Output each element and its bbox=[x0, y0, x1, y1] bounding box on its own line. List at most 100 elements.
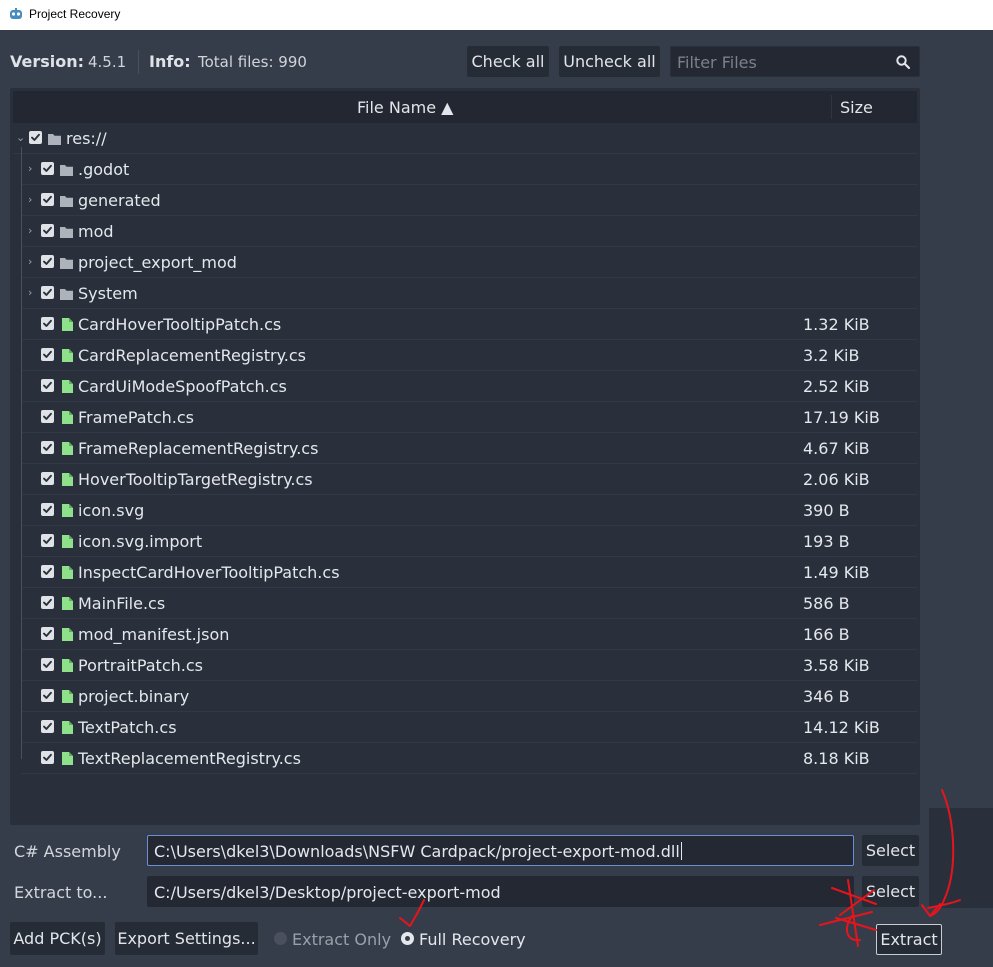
row-checkbox[interactable] bbox=[41, 224, 54, 237]
file-row[interactable]: icon.svg 390 B bbox=[13, 495, 917, 526]
row-name: mod_manifest.json bbox=[78, 625, 230, 644]
extract-only-radio[interactable] bbox=[274, 932, 287, 945]
file-row[interactable]: project.binary 346 B bbox=[13, 681, 917, 712]
full-recovery-radio[interactable] bbox=[401, 932, 414, 945]
row-size: 17.19 KiB bbox=[803, 408, 880, 427]
row-size: 4.67 KiB bbox=[803, 439, 870, 458]
chevron-right-icon[interactable]: › bbox=[28, 194, 38, 206]
file-icon bbox=[61, 658, 76, 672]
file-icon bbox=[61, 503, 76, 517]
row-checkbox[interactable] bbox=[41, 317, 54, 330]
row-size: 2.06 KiB bbox=[803, 470, 870, 489]
assembly-path-field[interactable]: C:\Users\dkel3\Downloads\NSFW Cardpack/p… bbox=[147, 835, 854, 866]
chevron-right-icon[interactable]: › bbox=[28, 225, 38, 237]
file-row[interactable]: mod_manifest.json 166 B bbox=[13, 619, 917, 650]
file-row[interactable]: FramePatch.cs 17.19 KiB bbox=[13, 402, 917, 433]
folder-icon bbox=[59, 193, 74, 207]
add-pck-button[interactable]: Add PCK(s) bbox=[10, 922, 105, 955]
filter-files-input[interactable]: Filter Files bbox=[670, 46, 920, 77]
file-row[interactable]: CardHoverTooltipPatch.cs 1.32 KiB bbox=[13, 309, 917, 340]
search-icon[interactable] bbox=[895, 54, 911, 70]
uncheck-all-button[interactable]: Uncheck all bbox=[559, 46, 660, 77]
row-checkbox[interactable] bbox=[29, 131, 42, 144]
file-row[interactable]: TextReplacementRegistry.cs 8.18 KiB bbox=[13, 743, 917, 774]
file-icon bbox=[61, 379, 76, 393]
file-icon bbox=[61, 410, 76, 424]
folder-row[interactable]: › System bbox=[13, 278, 917, 309]
file-row[interactable]: MainFile.cs 586 B bbox=[13, 588, 917, 619]
file-icon bbox=[61, 565, 76, 579]
row-name: project_export_mod bbox=[78, 253, 237, 272]
row-name: PortraitPatch.cs bbox=[78, 656, 203, 675]
file-row[interactable]: FrameReplacementRegistry.cs 4.67 KiB bbox=[13, 433, 917, 464]
extract-only-label[interactable]: Extract Only bbox=[292, 930, 391, 949]
row-name: res:// bbox=[66, 129, 107, 148]
file-row[interactable]: PortraitPatch.cs 3.58 KiB bbox=[13, 650, 917, 681]
row-size: 3.2 KiB bbox=[803, 346, 860, 365]
file-icon bbox=[61, 534, 76, 548]
chevron-right-icon[interactable]: › bbox=[28, 256, 38, 268]
row-checkbox[interactable] bbox=[41, 441, 54, 454]
row-checkbox[interactable] bbox=[41, 596, 54, 609]
row-name: FramePatch.cs bbox=[78, 408, 195, 427]
extract-button[interactable]: Extract bbox=[876, 924, 942, 955]
file-icon bbox=[61, 689, 76, 703]
godot-icon bbox=[10, 8, 22, 19]
tree-rows: ⌄ res:// › .godot › generated › mod › project_exp… bbox=[13, 123, 917, 823]
column-size[interactable]: Size bbox=[840, 98, 873, 117]
file-row[interactable]: HoverTooltipTargetRegistry.cs 2.06 KiB bbox=[13, 464, 917, 495]
row-checkbox[interactable] bbox=[41, 503, 54, 516]
row-checkbox[interactable] bbox=[41, 658, 54, 671]
root-row[interactable]: ⌄ res:// bbox=[13, 123, 917, 154]
column-file-name[interactable]: File Name ▲ bbox=[357, 98, 453, 117]
row-checkbox[interactable] bbox=[41, 410, 54, 423]
divider bbox=[138, 50, 139, 74]
window-title: Project Recovery bbox=[29, 7, 121, 21]
row-checkbox[interactable] bbox=[41, 348, 54, 361]
filter-placeholder: Filter Files bbox=[677, 53, 757, 72]
file-row[interactable]: icon.svg.import 193 B bbox=[13, 526, 917, 557]
row-checkbox[interactable] bbox=[41, 565, 54, 578]
row-checkbox[interactable] bbox=[41, 627, 54, 640]
folder-row[interactable]: › .godot bbox=[13, 154, 917, 185]
tree-header: File Name ▲ Size bbox=[13, 91, 917, 123]
file-row[interactable]: InspectCardHoverTooltipPatch.cs 1.49 KiB bbox=[13, 557, 917, 588]
chevron-down-icon[interactable]: ⌄ bbox=[16, 132, 26, 144]
folder-row[interactable]: › project_export_mod bbox=[13, 247, 917, 278]
extract-path-field[interactable]: C:/Users/dkel3/Desktop/project-export-mo… bbox=[147, 876, 854, 907]
folder-row[interactable]: › mod bbox=[13, 216, 917, 247]
row-name: CardReplacementRegistry.cs bbox=[78, 346, 306, 365]
side-panel bbox=[929, 808, 993, 908]
select-extract-button[interactable]: Select bbox=[862, 876, 919, 907]
folder-row[interactable]: › generated bbox=[13, 185, 917, 216]
row-checkbox[interactable] bbox=[41, 379, 54, 392]
file-icon bbox=[61, 441, 76, 455]
row-checkbox[interactable] bbox=[41, 472, 54, 485]
chevron-right-icon[interactable]: › bbox=[28, 287, 38, 299]
info-label: Info: bbox=[149, 52, 191, 71]
row-checkbox[interactable] bbox=[41, 751, 54, 764]
row-name: icon.svg bbox=[78, 501, 145, 520]
file-row[interactable]: TextPatch.cs 14.12 KiB bbox=[13, 712, 917, 743]
row-checkbox[interactable] bbox=[41, 193, 54, 206]
row-checkbox[interactable] bbox=[41, 534, 54, 547]
file-icon bbox=[61, 348, 76, 362]
folder-icon bbox=[59, 255, 74, 269]
file-tree[interactable]: File Name ▲ Size ⌄ res:// › .godot › generate… bbox=[10, 88, 920, 825]
file-row[interactable]: CardReplacementRegistry.cs 3.2 KiB bbox=[13, 340, 917, 371]
row-checkbox[interactable] bbox=[41, 255, 54, 268]
info-value: Total files: 990 bbox=[198, 53, 307, 71]
export-settings-button[interactable]: Export Settings... bbox=[115, 922, 258, 955]
version-value: 4.5.1 bbox=[88, 53, 127, 71]
check-all-button[interactable]: Check all bbox=[467, 46, 549, 77]
file-row[interactable]: CardUiModeSpoofPatch.cs 2.52 KiB bbox=[13, 371, 917, 402]
row-checkbox[interactable] bbox=[41, 286, 54, 299]
row-checkbox[interactable] bbox=[41, 162, 54, 175]
row-size: 3.58 KiB bbox=[803, 656, 870, 675]
row-checkbox[interactable] bbox=[41, 720, 54, 733]
row-name: TextPatch.cs bbox=[78, 718, 177, 737]
select-assembly-button[interactable]: Select bbox=[862, 835, 919, 866]
chevron-right-icon[interactable]: › bbox=[28, 163, 38, 175]
full-recovery-label[interactable]: Full Recovery bbox=[419, 930, 526, 949]
row-checkbox[interactable] bbox=[41, 689, 54, 702]
